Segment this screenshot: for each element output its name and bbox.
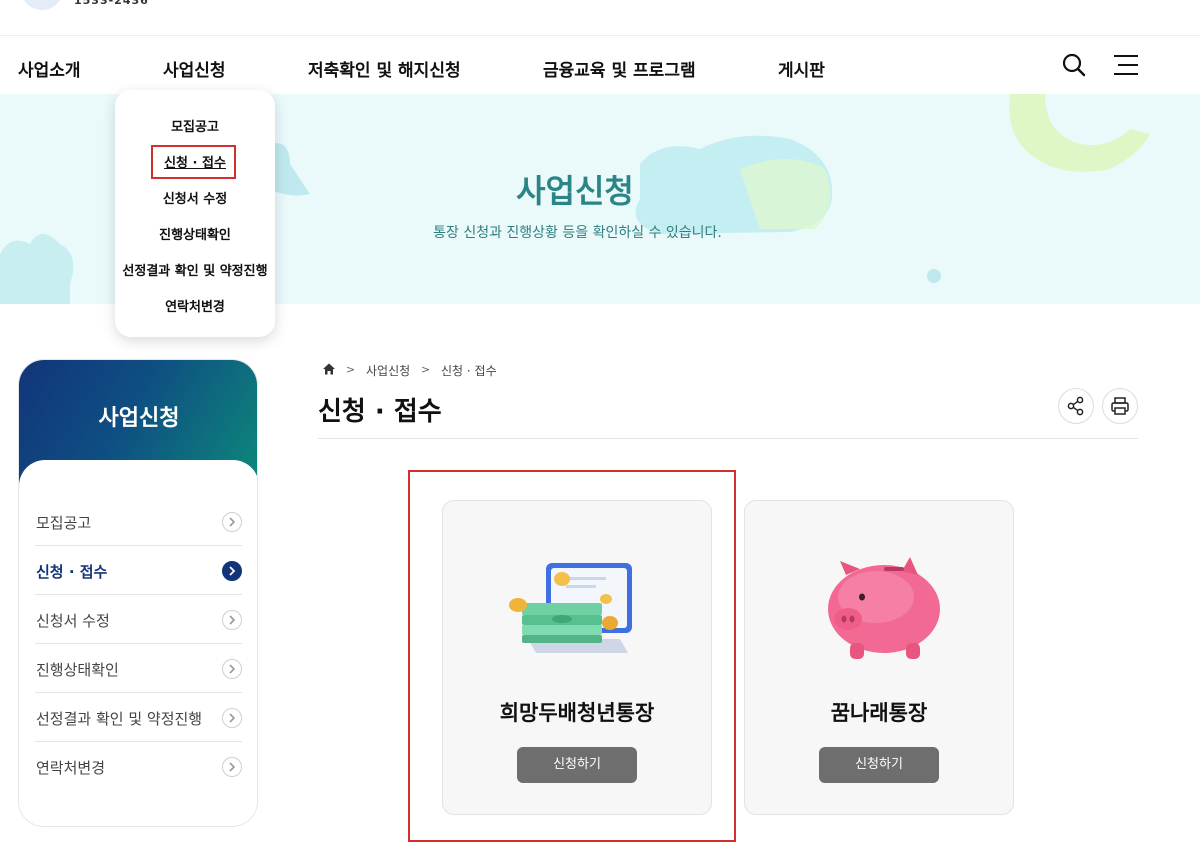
product-name: 꿈나래통장: [830, 701, 928, 725]
dropdown-item-recruit-notice[interactable]: 모집공고: [115, 116, 275, 135]
search-icon[interactable]: [1060, 51, 1088, 79]
sidebar-item-apply[interactable]: 신청 · 접수: [35, 546, 242, 595]
logo-text: 1533-2436: [74, 0, 149, 7]
dropdown-item-apply[interactable]: 신청 · 접수: [115, 152, 275, 171]
share-icon[interactable]: [1058, 388, 1094, 424]
logo-mark[interactable]: [22, 0, 62, 10]
product-name: 희망두배청년통장: [499, 701, 655, 725]
sidebar-item-status-check[interactable]: 진행상태확인: [35, 644, 242, 693]
page-title: 신청 · 접수: [318, 397, 442, 427]
sidebar-title: 사업신청: [98, 406, 180, 431]
gnb-dropdown-menu: 모집공고 신청 · 접수 신청서 수정 진행상태확인 선정결과 확인 및 약정진…: [115, 90, 275, 337]
dropdown-item-apply-label: 신청 · 접수: [164, 156, 226, 171]
sidebar-menu: 모집공고 신청 · 접수 신청서 수정 진행상태확인 선정결과 확인 및 약정진…: [19, 460, 257, 826]
chevron-right-icon: [222, 757, 242, 777]
chevron-right-icon: [222, 659, 242, 679]
sidebar: 사업신청 모집공고 신청 · 접수 신청서 수정 진행상태확인 선정결과 확인 …: [18, 359, 258, 827]
dropdown-item-status-check[interactable]: 진행상태확인: [115, 224, 275, 243]
apply-button[interactable]: 신청하기: [819, 747, 939, 783]
print-icon[interactable]: [1102, 388, 1138, 424]
sidebar-item-contact-change[interactable]: 연락처변경: [35, 742, 242, 791]
breadcrumb-separator-icon: >: [421, 363, 431, 376]
sidebar-item-label: 연락처변경: [36, 759, 106, 777]
product-card-dream: 꿈나래통장 신청하기: [744, 500, 1014, 815]
chevron-right-icon: [222, 708, 242, 728]
sidebar-item-result-agreement[interactable]: 선정결과 확인 및 약정진행: [35, 693, 242, 742]
sidebar-item-label: 모집공고: [36, 514, 92, 532]
global-nav: 사업소개 사업신청 저축확인 및 해지신청 금융교육 및 프로그램 게시판: [0, 36, 1200, 94]
sidebar-item-edit-application[interactable]: 신청서 수정: [35, 595, 242, 644]
product-card-hope-double: 희망두배청년통장 신청하기: [442, 500, 712, 815]
dropdown-item-contact-change[interactable]: 연락처변경: [115, 296, 275, 315]
dropdown-item-result-agreement[interactable]: 선정결과 확인 및 약정진행: [115, 260, 275, 279]
money-laptop-illustration: [508, 553, 648, 663]
sidebar-item-recruit-notice[interactable]: 모집공고: [35, 497, 242, 546]
dropdown-item-edit-application[interactable]: 신청서 수정: [115, 188, 275, 207]
apply-button[interactable]: 신청하기: [517, 747, 637, 783]
breadcrumb-item-current: 신청 · 접수: [441, 364, 497, 378]
gnb-item-education[interactable]: 금융교육 및 프로그램: [543, 56, 696, 81]
gnb-item-about[interactable]: 사업소개: [18, 56, 81, 81]
sidebar-item-label: 진행상태확인: [36, 661, 119, 679]
breadcrumb-item[interactable]: 사업신청: [366, 362, 410, 379]
gnb-item-application[interactable]: 사업신청: [163, 56, 226, 81]
title-divider: [318, 438, 1138, 439]
top-bar: 1533-2436: [0, 0, 1200, 36]
hamburger-menu-icon[interactable]: [1112, 52, 1140, 78]
piggy-bank-illustration: [810, 553, 950, 663]
sidebar-item-label: 신청 · 접수: [36, 563, 108, 581]
home-icon[interactable]: [322, 362, 336, 376]
breadcrumb-separator-icon: >: [346, 363, 356, 376]
gnb-item-board[interactable]: 게시판: [778, 56, 825, 81]
sidebar-item-label: 선정결과 확인 및 약정진행: [36, 710, 203, 728]
chevron-right-icon: [222, 561, 242, 581]
sidebar-item-label: 신청서 수정: [36, 612, 110, 630]
gnb-item-savings-check[interactable]: 저축확인 및 해지신청: [308, 56, 461, 81]
chevron-right-icon: [222, 512, 242, 532]
chevron-right-icon: [222, 610, 242, 630]
